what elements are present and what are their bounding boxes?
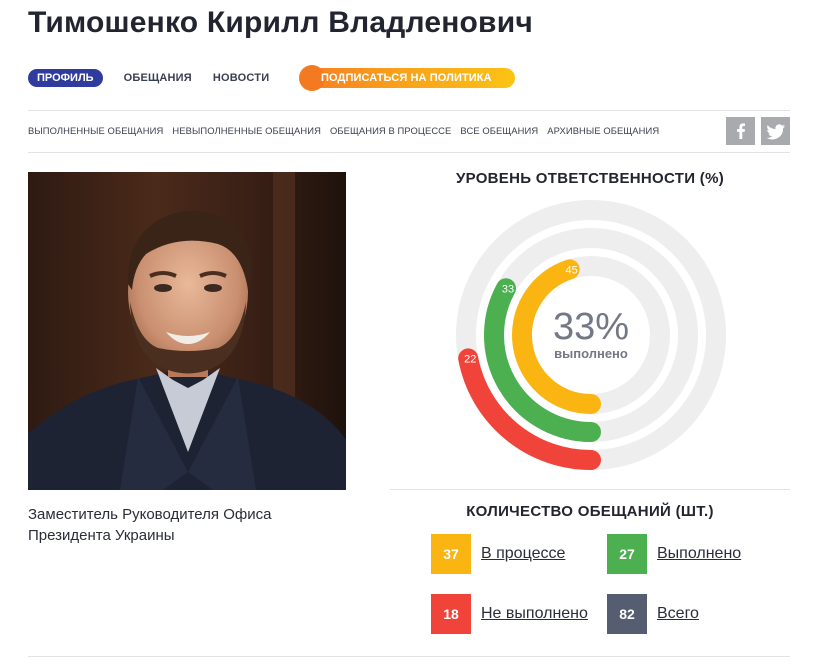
subnav-in-progress[interactable]: ОБЕЩАНИЯ В ПРОЦЕССЕ: [330, 125, 451, 136]
stat-value-badge: 27: [607, 534, 647, 574]
subnav-fulfilled[interactable]: ВЫПОЛНЕННЫЕ ОБЕЩАНИЯ: [28, 125, 163, 136]
center-percent: 33%: [553, 306, 629, 348]
subscribe-button[interactable]: ПОДПИСАТЬСЯ НА ПОЛИТИКА: [299, 65, 515, 91]
promises-subnav: ВЫПОЛНЕННЫЕ ОБЕЩАНИЯ НЕВЫПОЛНЕННЫЕ ОБЕЩА…: [28, 125, 668, 136]
tab-profile[interactable]: ПРОФИЛЬ: [28, 69, 103, 87]
portrait-image: [28, 172, 346, 490]
stat-label-link[interactable]: В процессе: [481, 545, 565, 563]
divider-subnav: [28, 152, 790, 153]
twitter-share-button[interactable]: [761, 117, 790, 145]
stat-total[interactable]: 82 Всего: [607, 594, 699, 634]
promise-count-title: КОЛИЧЕСТВО ОБЕЩАНИЙ (ШТ.): [466, 503, 714, 520]
subnav-all[interactable]: ВСЕ ОБЕЩАНИЯ: [460, 125, 538, 136]
profile-nav: ПРОФИЛЬ ОБЕЩАНИЯ НОВОСТИ: [28, 67, 269, 89]
subnav-archive[interactable]: АРХИВНЫЕ ОБЕЩАНИЯ: [547, 125, 659, 136]
responsibility-title: УРОВЕНЬ ОТВЕТСТВЕННОСТИ (%): [455, 170, 725, 187]
facebook-share-button[interactable]: [726, 117, 755, 145]
stat-label-link[interactable]: Всего: [657, 605, 699, 623]
tab-news[interactable]: НОВОСТИ: [213, 72, 269, 84]
stat-value-badge: 82: [607, 594, 647, 634]
politician-photo: [28, 172, 346, 490]
ring-values: [458, 259, 601, 470]
tab-promises[interactable]: ОБЕЩАНИЯ: [124, 72, 192, 84]
stat-value-badge: 37: [431, 534, 471, 574]
stat-unfulfilled[interactable]: 18 Не выполнено: [431, 594, 588, 634]
stat-value-badge: 18: [431, 594, 471, 634]
politician-position: Заместитель Руководителя Офиса Президент…: [28, 506, 272, 544]
stat-label-link[interactable]: Выполнено: [657, 545, 741, 563]
stat-fulfilled[interactable]: 27 Выполнено: [607, 534, 741, 574]
facebook-icon: [737, 123, 745, 139]
subnav-unfulfilled[interactable]: НЕВЫПОЛНЕННЫЕ ОБЕЩАНИЯ: [172, 125, 321, 136]
subscribe-label: ПОДПИСАТЬСЯ НА ПОЛИТИКА: [321, 72, 492, 84]
divider-chart: [390, 489, 790, 490]
twitter-icon: [766, 124, 785, 140]
center-caption: выполнено: [554, 346, 628, 361]
ring-value-label-green: 33: [502, 283, 514, 295]
ring-value-label-red: 22: [464, 353, 476, 365]
stat-label-link[interactable]: Не выполнено: [481, 605, 588, 623]
divider-bottom: [28, 656, 790, 657]
responsibility-chart: 22 33 45 33% выполнено: [456, 200, 726, 470]
ring-value-label-yellow: 45: [566, 264, 578, 276]
stat-in-progress[interactable]: 37 В процессе: [431, 534, 565, 574]
politician-name: Тимошенко Кирилл Владленович: [28, 6, 533, 39]
divider-top: [28, 110, 790, 111]
